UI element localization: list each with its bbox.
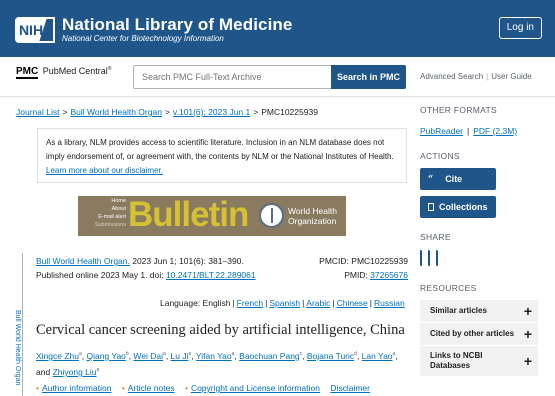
quote-icon: “ — [428, 174, 434, 185]
author-link[interactable]: Zhiyong Liu — [53, 367, 97, 377]
other-formats-heading: OTHER FORMATS — [420, 105, 497, 115]
author-link[interactable]: Lu Ji — [171, 351, 189, 361]
advanced-search-link[interactable]: Advanced Search — [420, 72, 483, 81]
disclaimer-text: As a library, NLM provides access to sci… — [46, 138, 394, 161]
banner-menu-home[interactable]: Home — [80, 197, 126, 205]
author-list: Xingce Zhua, Qiang Yaob, Wei Daia, Lu Ji… — [36, 350, 398, 377]
author-link[interactable]: Wei Dai — [133, 351, 163, 361]
nlm-title[interactable]: National Library of Medicine — [62, 15, 292, 35]
collections-button[interactable]: Collections — [420, 196, 496, 218]
author-link[interactable]: Bojana Turic — [307, 351, 354, 361]
copyright-link[interactable]: Copyright and License information — [191, 383, 320, 393]
actions-heading: ACTIONS — [420, 151, 460, 161]
header-divider — [0, 96, 555, 97]
vertical-journal-label: Bull World Health Organ — [14, 310, 21, 386]
language-russian[interactable]: Russian — [374, 298, 405, 308]
language-spanish[interactable]: Spanish — [269, 298, 300, 308]
plus-icon: + — [523, 326, 532, 342]
accordion-ncbi-links[interactable]: Links to NCBI Databases + — [420, 346, 538, 376]
pmc-logo[interactable]: PMC PubMed Central® — [16, 66, 111, 79]
breadcrumb-journal-list[interactable]: Journal List — [16, 107, 59, 117]
banner-menu-submissions[interactable]: Submissions — [80, 221, 126, 229]
banner-menu-about[interactable]: About — [80, 205, 126, 213]
banner-menu: Home About E-mail alert Submissions — [80, 197, 126, 229]
bullet-icon: • — [184, 383, 188, 393]
bullet-icon: • — [36, 383, 39, 393]
pmcid: PMCID: PMC10225939 — [319, 256, 408, 266]
share-heading: SHARE — [420, 232, 451, 242]
search-input[interactable] — [133, 65, 331, 89]
disclaimer-article-link[interactable]: Disclaimer — [330, 383, 370, 393]
nih-header: NIH National Library of Medicine Nationa… — [0, 0, 555, 57]
login-button[interactable]: Log in — [498, 17, 542, 39]
author-link[interactable]: Yifan Yao — [196, 351, 232, 361]
author-link[interactable]: Xingce Zhu — [36, 351, 79, 361]
language-arabic[interactable]: Arabic — [306, 298, 330, 308]
accordion-cited-by[interactable]: Cited by other articles + — [420, 323, 538, 345]
breadcrumb: Journal List > Bull World Health Organ > v.1… — [16, 107, 318, 117]
twitter-icon[interactable] — [428, 250, 430, 266]
author-information-link[interactable]: Author information — [42, 383, 111, 393]
author-link[interactable]: Baochuan Pang — [239, 351, 300, 361]
disclaimer-link[interactable]: Learn more about our disclaimer. — [46, 166, 163, 175]
article-left-rule — [22, 253, 23, 396]
author-link[interactable]: Qiang Yao — [87, 351, 126, 361]
breadcrumb-issue[interactable]: v.101(6); 2023 Jun 1 — [173, 107, 250, 117]
search-button[interactable]: Search in PMC — [331, 65, 406, 89]
plus-icon: + — [523, 303, 532, 319]
plus-icon: + — [523, 353, 532, 369]
pubreader-link[interactable]: PubReader — [420, 126, 463, 136]
disclaimer-box: As a library, NLM provides access to sci… — [37, 128, 407, 183]
bullet-icon: • — [121, 383, 125, 393]
linkedin-icon[interactable] — [436, 250, 438, 266]
accordion-similar-articles[interactable]: Similar articles + — [420, 300, 538, 322]
format-links: PubReader | PDF (2.3M) — [420, 126, 518, 136]
who-name: World Health Organization — [288, 206, 337, 226]
breadcrumb-journal[interactable]: Bull World Health Organ — [70, 107, 162, 117]
article-info-links: • Author information • Article notes • Copy… — [36, 383, 370, 393]
nlm-subtitle: National Center for Biotechnology Inform… — [62, 34, 224, 43]
bulletin-wordmark: Bulletin — [128, 196, 249, 234]
breadcrumb-current: PMC10225939 — [261, 107, 318, 117]
who-emblem-icon — [259, 203, 284, 228]
cite-button[interactable]: “Cite — [420, 168, 496, 190]
language-french[interactable]: French — [237, 298, 263, 308]
banner-menu-email-alert[interactable]: E-mail alert — [80, 213, 126, 221]
pmid-link[interactable]: 37265676 — [370, 270, 408, 280]
citation-journal: Bull World Health Organ. 2023 Jun 1; 101… — [36, 256, 244, 266]
user-guide-link[interactable]: User Guide — [491, 72, 531, 81]
doi-link[interactable]: 10.2471/BLT.22.289061 — [166, 270, 256, 280]
language-current: English — [202, 298, 231, 308]
bookmark-icon — [428, 203, 434, 211]
pdf-link[interactable]: PDF (2.3M) — [473, 126, 517, 136]
nih-logo[interactable]: NIH — [15, 17, 55, 43]
article-title: Cervical cancer screening aided by artif… — [36, 322, 405, 338]
language-chinese[interactable]: Chinese — [337, 298, 368, 308]
facebook-icon[interactable] — [420, 250, 422, 266]
author-link[interactable]: Lan Yao — [362, 351, 393, 361]
journal-link[interactable]: Bull World Health Organ. — [36, 256, 130, 266]
citation-published: Published online 2023 May 1. doi: 10.247… — [36, 270, 256, 280]
resources-heading: RESOURCES — [420, 283, 477, 293]
search-links: Advanced Search | User Guide — [420, 72, 532, 81]
pmid: PMID: 37265676 — [344, 270, 408, 280]
article-notes-link[interactable]: Article notes — [128, 383, 175, 393]
journal-banner[interactable]: Home About E-mail alert Submissions Bull… — [78, 196, 346, 236]
language-selector: Language: English | French | Spanish | Arabic |… — [160, 298, 405, 308]
